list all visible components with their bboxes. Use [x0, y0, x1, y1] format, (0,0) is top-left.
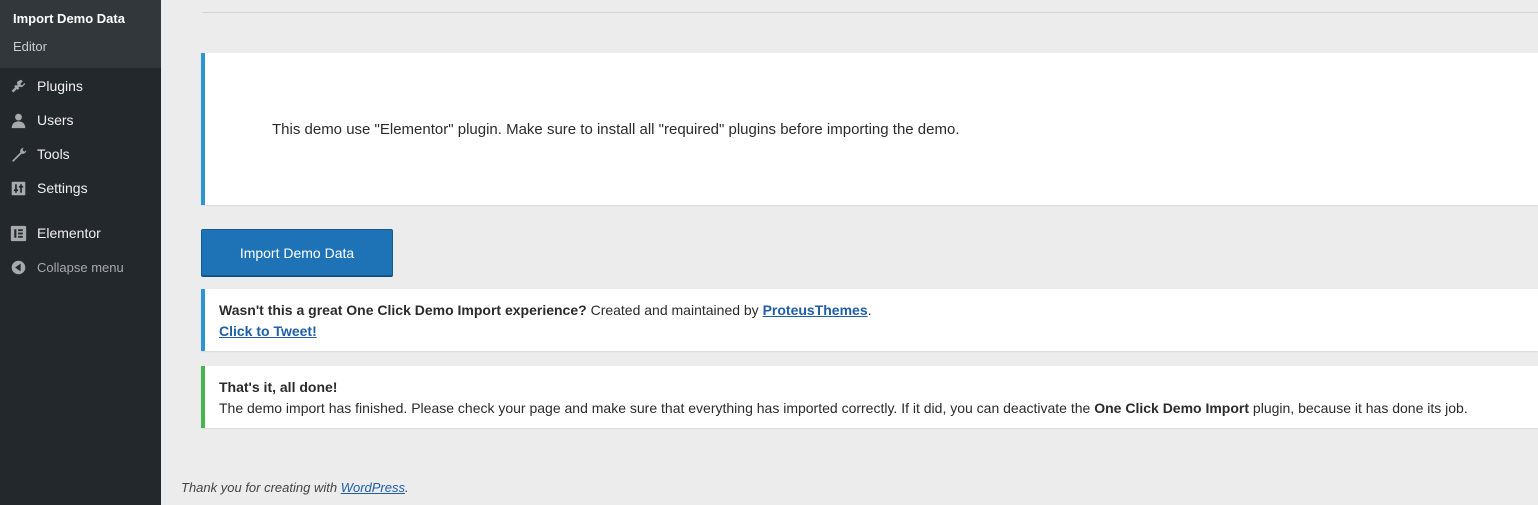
notice-accent-bar	[201, 366, 205, 428]
divider	[202, 12, 1538, 13]
success-body-start: The demo import has finished. Please che…	[219, 400, 1095, 416]
sidebar-item-plugins[interactable]: Plugins	[0, 71, 161, 101]
sidebar-item-tools[interactable]: Tools	[0, 139, 161, 169]
users-icon	[11, 113, 26, 129]
period-text: .	[867, 302, 872, 318]
footer-text: Thank you for creating with	[181, 480, 341, 495]
sidebar-item-users[interactable]: Users	[0, 105, 161, 135]
rate-notice: Wasn't this a great One Click Demo Impor…	[201, 289, 1538, 351]
sidebar-item-elementor[interactable]: Elementor	[0, 218, 161, 248]
submenu: Import Demo Data Editor	[0, 0, 161, 68]
sidebar-item-label: Elementor	[37, 225, 101, 241]
success-notice-title: That's it, all done!	[219, 379, 338, 395]
sidebar-item-settings[interactable]: Settings	[0, 173, 161, 203]
sidebar-item-label: Settings	[37, 180, 88, 196]
sidebar-item-label: Tools	[37, 146, 70, 162]
collapse-menu-button[interactable]: Collapse menu	[0, 252, 161, 282]
proteusthemes-link[interactable]: ProteusThemes	[763, 302, 868, 318]
rate-question: Wasn't this a great One Click Demo Impor…	[219, 302, 587, 318]
success-notice: That's it, all done! The demo import has…	[201, 366, 1538, 428]
admin-footer: Thank you for creating with WordPress.	[181, 480, 409, 495]
collapse-icon	[11, 260, 26, 275]
notice-accent-bar	[201, 289, 205, 351]
rate-notice-line: Wasn't this a great One Click Demo Impor…	[219, 302, 872, 318]
notice-accent-bar	[201, 53, 205, 205]
intro-notice: This demo use "Elementor" plugin. Make s…	[201, 53, 1538, 205]
settings-icon	[11, 181, 26, 196]
tweet-line: Click to Tweet!	[219, 323, 317, 339]
success-notice-body: The demo import has finished. Please che…	[219, 400, 1468, 416]
import-demo-data-button[interactable]: Import Demo Data	[201, 229, 393, 276]
sidebar-item-label: Users	[37, 112, 74, 128]
sidebar-item-label: Collapse menu	[37, 259, 124, 275]
sidebar-item-label: Plugins	[37, 78, 83, 94]
click-to-tweet-link[interactable]: Click to Tweet!	[219, 323, 317, 339]
submenu-item-import-demo-data[interactable]: Import Demo Data	[13, 11, 125, 26]
admin-sidebar: Import Demo Data Editor Plugins Users To…	[0, 0, 161, 505]
elementor-icon	[10, 225, 27, 242]
intro-notice-text: This demo use "Elementor" plugin. Make s…	[272, 121, 960, 138]
wordpress-link[interactable]: WordPress	[341, 480, 405, 495]
plugin-name: One Click Demo Import	[1094, 400, 1250, 416]
submenu-item-editor[interactable]: Editor	[13, 39, 47, 54]
footer-period: .	[405, 480, 409, 495]
plugins-icon	[11, 79, 26, 93]
tools-icon	[12, 147, 27, 162]
success-body-end: plugin, because it has done its job.	[1249, 400, 1468, 416]
created-by-text: Created and maintained by	[586, 302, 763, 318]
